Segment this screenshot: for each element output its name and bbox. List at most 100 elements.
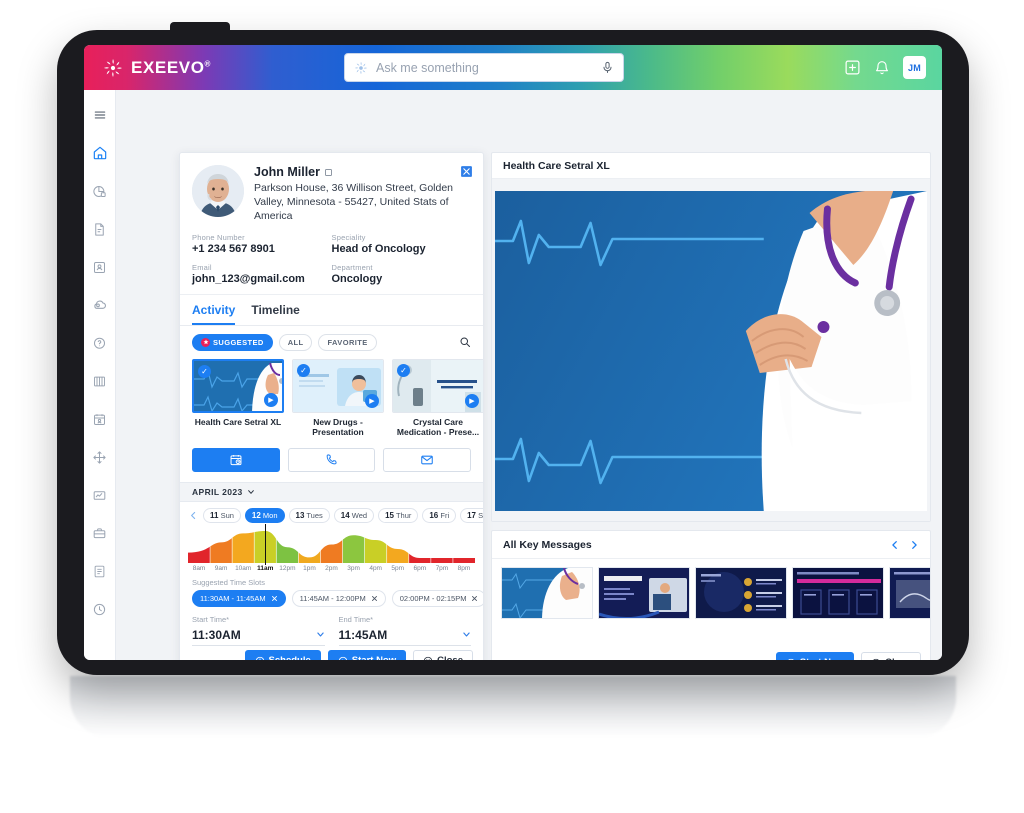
search-input[interactable] xyxy=(376,60,593,75)
day-pill[interactable]: 11 Sun xyxy=(203,507,241,523)
hour-tick-label: 2pm xyxy=(325,564,338,572)
assistant-orb-icon xyxy=(354,61,368,75)
sidebar-item-history[interactable] xyxy=(85,591,115,627)
engagement-scheduler-panel: John Miller Parkson House, 36 Willison S… xyxy=(179,152,484,660)
sidebar-item-help[interactable] xyxy=(85,325,115,361)
sidebar-item-forms[interactable] xyxy=(85,553,115,589)
sidebar-item-analytics[interactable] xyxy=(85,173,115,209)
notification-bell-icon[interactable] xyxy=(874,60,890,76)
field-value: Head of Oncology xyxy=(331,242,426,255)
time-slot-chip[interactable]: 11:45AM - 12:00PM xyxy=(291,589,386,607)
key-message-slide[interactable] xyxy=(501,567,593,619)
close-button[interactable]: Close xyxy=(413,650,473,660)
play-icon[interactable]: ▶ xyxy=(365,393,379,408)
sidebar-item-library[interactable] xyxy=(85,363,115,399)
chevron-down-icon xyxy=(316,630,325,639)
sidebar-item-reports[interactable] xyxy=(85,477,115,513)
picker-control[interactable]: 11:30AM xyxy=(192,626,325,646)
field-value: john_123@gmail.com xyxy=(192,272,305,285)
end-time-picker[interactable]: End Time* 11:45AM xyxy=(338,615,471,646)
close-x-icon[interactable] xyxy=(471,595,478,602)
sidebar-item-toolkit[interactable] xyxy=(85,515,115,551)
picker-control[interactable]: 11:45AM xyxy=(338,626,471,646)
chip-all[interactable]: ALL xyxy=(278,333,313,351)
tab-timeline[interactable]: Timeline xyxy=(251,303,299,325)
day-pill[interactable]: 14 Wed xyxy=(333,507,375,523)
card-title: Crystal Care Medication - Prese... xyxy=(396,416,480,438)
sidebar-item-home[interactable] xyxy=(85,135,115,171)
avatar-photo xyxy=(192,165,244,217)
external-link-icon[interactable] xyxy=(324,168,333,177)
sidebar-item-menu[interactable] xyxy=(85,97,115,133)
content-card[interactable]: ✓ ▶ New Drugs - Presentation xyxy=(292,358,384,438)
quick-action-call[interactable] xyxy=(287,447,376,472)
current-time-marker xyxy=(265,523,267,565)
global-search-bar[interactable] xyxy=(344,53,624,82)
close-x-icon[interactable] xyxy=(371,595,378,602)
add-square-icon[interactable] xyxy=(844,59,861,76)
app-top-bar: EXEEVO® Ask me something JM xyxy=(84,45,942,90)
sidebar-item-calendar[interactable] xyxy=(85,401,115,437)
chevron-right-icon[interactable] xyxy=(909,539,919,551)
field-value: +1 234 567 8901 xyxy=(192,242,275,255)
hour-tick-label: 4pm xyxy=(369,564,382,572)
home-icon xyxy=(92,145,108,161)
chevron-left-icon[interactable] xyxy=(188,510,199,521)
schedule-button[interactable]: Schedule xyxy=(244,650,321,660)
preview-hero-image[interactable] xyxy=(495,191,927,511)
close-button[interactable]: Close xyxy=(861,652,921,660)
quick-action-email[interactable] xyxy=(383,447,472,472)
cloud-user-icon xyxy=(92,297,108,313)
key-message-slide[interactable] xyxy=(598,567,690,619)
suggested-slots-label: Suggested Time Slots xyxy=(192,577,265,587)
start-time-picker[interactable]: Start Time* 11:30AM xyxy=(192,615,325,646)
chevron-left-icon[interactable] xyxy=(890,539,900,551)
key-message-slide[interactable] xyxy=(792,567,884,619)
play-icon[interactable]: ▶ xyxy=(264,392,278,407)
start-now-button[interactable]: Start Now xyxy=(775,652,855,660)
day-pill[interactable]: 13 Tues xyxy=(288,507,330,523)
chip-favorite[interactable]: FAVORITE xyxy=(318,333,377,351)
calendar-user-icon xyxy=(92,412,107,427)
start-now-button[interactable]: Start Now xyxy=(327,650,407,660)
time-slot-chip[interactable]: 11:30AM - 11:45AM xyxy=(192,589,286,607)
brand-logo[interactable]: EXEEVO® xyxy=(102,57,211,79)
tablet-device-frame: EXEEVO® Ask me something JM John Miller … xyxy=(57,22,969,675)
close-circle-icon xyxy=(423,656,433,660)
key-message-slide[interactable] xyxy=(695,567,787,619)
time-slot-chip[interactable]: 02:00PM - 02:15PM xyxy=(391,589,483,607)
key-message-slide[interactable] xyxy=(889,567,930,619)
play-icon[interactable]: ▶ xyxy=(465,393,479,408)
sidebar-item-contacts[interactable] xyxy=(85,249,115,285)
sidebar-item-territory[interactable] xyxy=(85,439,115,475)
quick-action-schedule-visit[interactable] xyxy=(192,447,280,472)
field-label: Speciality xyxy=(331,232,366,242)
key-messages-strip xyxy=(492,559,930,627)
close-icon[interactable] xyxy=(460,165,473,178)
microphone-icon[interactable] xyxy=(601,61,614,74)
close-x-icon[interactable] xyxy=(271,595,278,602)
sidebar-item-accounts[interactable] xyxy=(85,287,115,323)
sidebar-item-documents[interactable] xyxy=(85,211,115,247)
day-pill[interactable]: 12 Mon xyxy=(244,507,285,523)
hour-tick-label: 5pm xyxy=(391,564,405,572)
chip-suggested[interactable]: SUGGESTED xyxy=(192,333,273,351)
contact-card-icon xyxy=(92,260,107,275)
tab-activity[interactable]: Activity xyxy=(192,303,236,325)
play-circle-icon xyxy=(338,656,348,660)
month-selector[interactable]: APRIL 2023 xyxy=(180,481,483,502)
content-card[interactable]: ✓ ▶ Crystal Care Medication - Prese... xyxy=(392,358,483,438)
day-pill[interactable]: 17 Sat xyxy=(460,507,483,523)
day-pill[interactable]: 16 Fri xyxy=(422,507,457,523)
user-avatar[interactable]: JM xyxy=(903,56,926,79)
hour-tick-label: 12pm xyxy=(279,564,296,572)
panel-tabs: Activity Timeline xyxy=(180,295,483,326)
books-icon xyxy=(92,374,107,389)
profile-field-speciality: Speciality Head of Oncology xyxy=(332,233,472,255)
content-card[interactable]: ✓ ▶ Health Care Setral XL xyxy=(192,358,284,438)
hour-tick-label: 1pm xyxy=(303,564,316,572)
exeevo-logo-icon xyxy=(102,57,124,79)
search-icon[interactable] xyxy=(459,336,471,348)
day-pill[interactable]: 15 Thur xyxy=(378,507,419,523)
profile-name: John Miller xyxy=(254,165,471,179)
